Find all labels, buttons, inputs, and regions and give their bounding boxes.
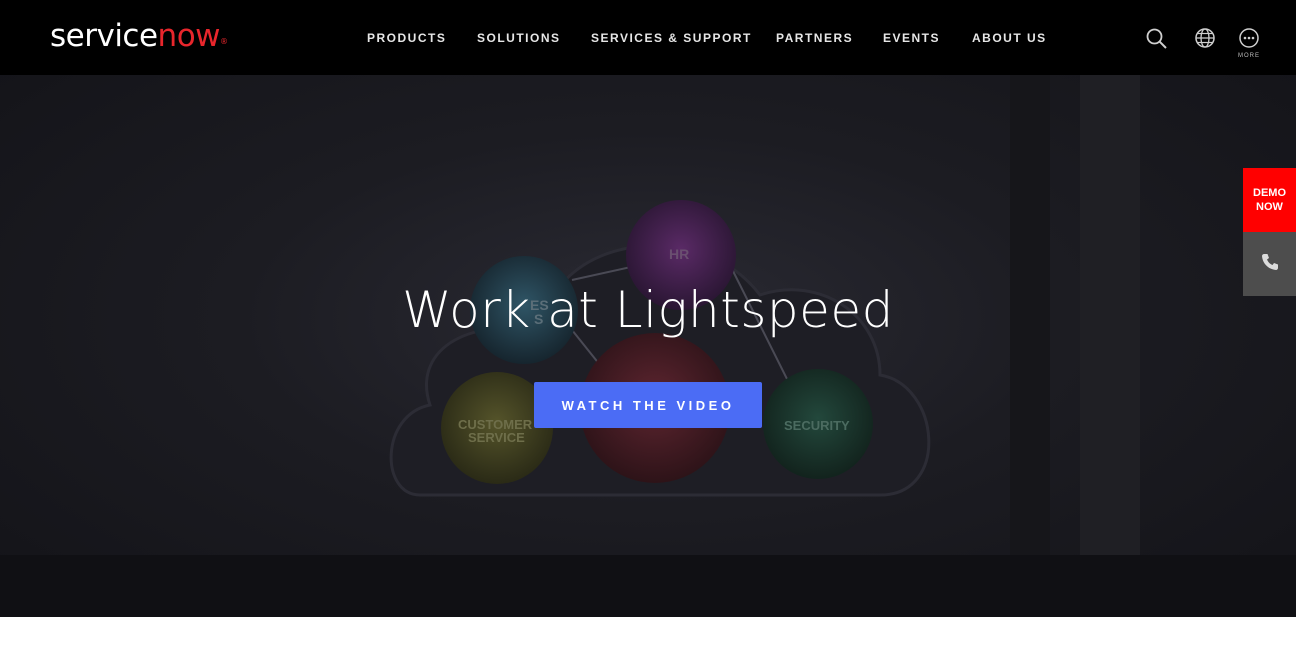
search-icon[interactable]: [1145, 27, 1169, 56]
nav-partners[interactable]: PARTNERS: [776, 31, 853, 45]
phone-icon: [1260, 252, 1280, 277]
top-header: servicenow® PRODUCTS SOLUTIONS SERVICES …: [0, 0, 1296, 75]
nav-about-us[interactable]: ABOUT US: [972, 31, 1047, 45]
nav-events[interactable]: EVENTS: [883, 31, 940, 45]
servicenow-logo[interactable]: servicenow®: [50, 17, 228, 55]
phone-contact-tab[interactable]: [1243, 232, 1296, 296]
bubble-label-hr: HR: [669, 246, 690, 262]
hero-title: Work at Lightspeed: [402, 281, 894, 339]
hero-banner: HR ES S CUSTOMER SERVICE SECURITY Work a…: [0, 75, 1296, 617]
more-label: MORE: [1238, 53, 1260, 59]
globe-icon[interactable]: [1194, 27, 1216, 54]
demo-now-tab[interactable]: DEMO NOW: [1243, 168, 1296, 232]
hero-background-image: [0, 75, 1296, 617]
demo-tab-line2: NOW: [1256, 201, 1283, 213]
nav-solutions[interactable]: SOLUTIONS: [477, 31, 561, 45]
demo-tab-line1: DEMO: [1253, 187, 1286, 199]
bubble-label-service: SERVICE: [468, 430, 525, 445]
nav-services-support[interactable]: SERVICES & SUPPORT: [591, 31, 752, 45]
nav-products[interactable]: PRODUCTS: [367, 31, 446, 45]
more-icon[interactable]: [1238, 27, 1260, 54]
content-below-hero: [0, 617, 1296, 663]
watch-video-button[interactable]: WATCH THE VIDEO: [534, 382, 762, 428]
bubble-label-security: SECURITY: [784, 418, 850, 433]
